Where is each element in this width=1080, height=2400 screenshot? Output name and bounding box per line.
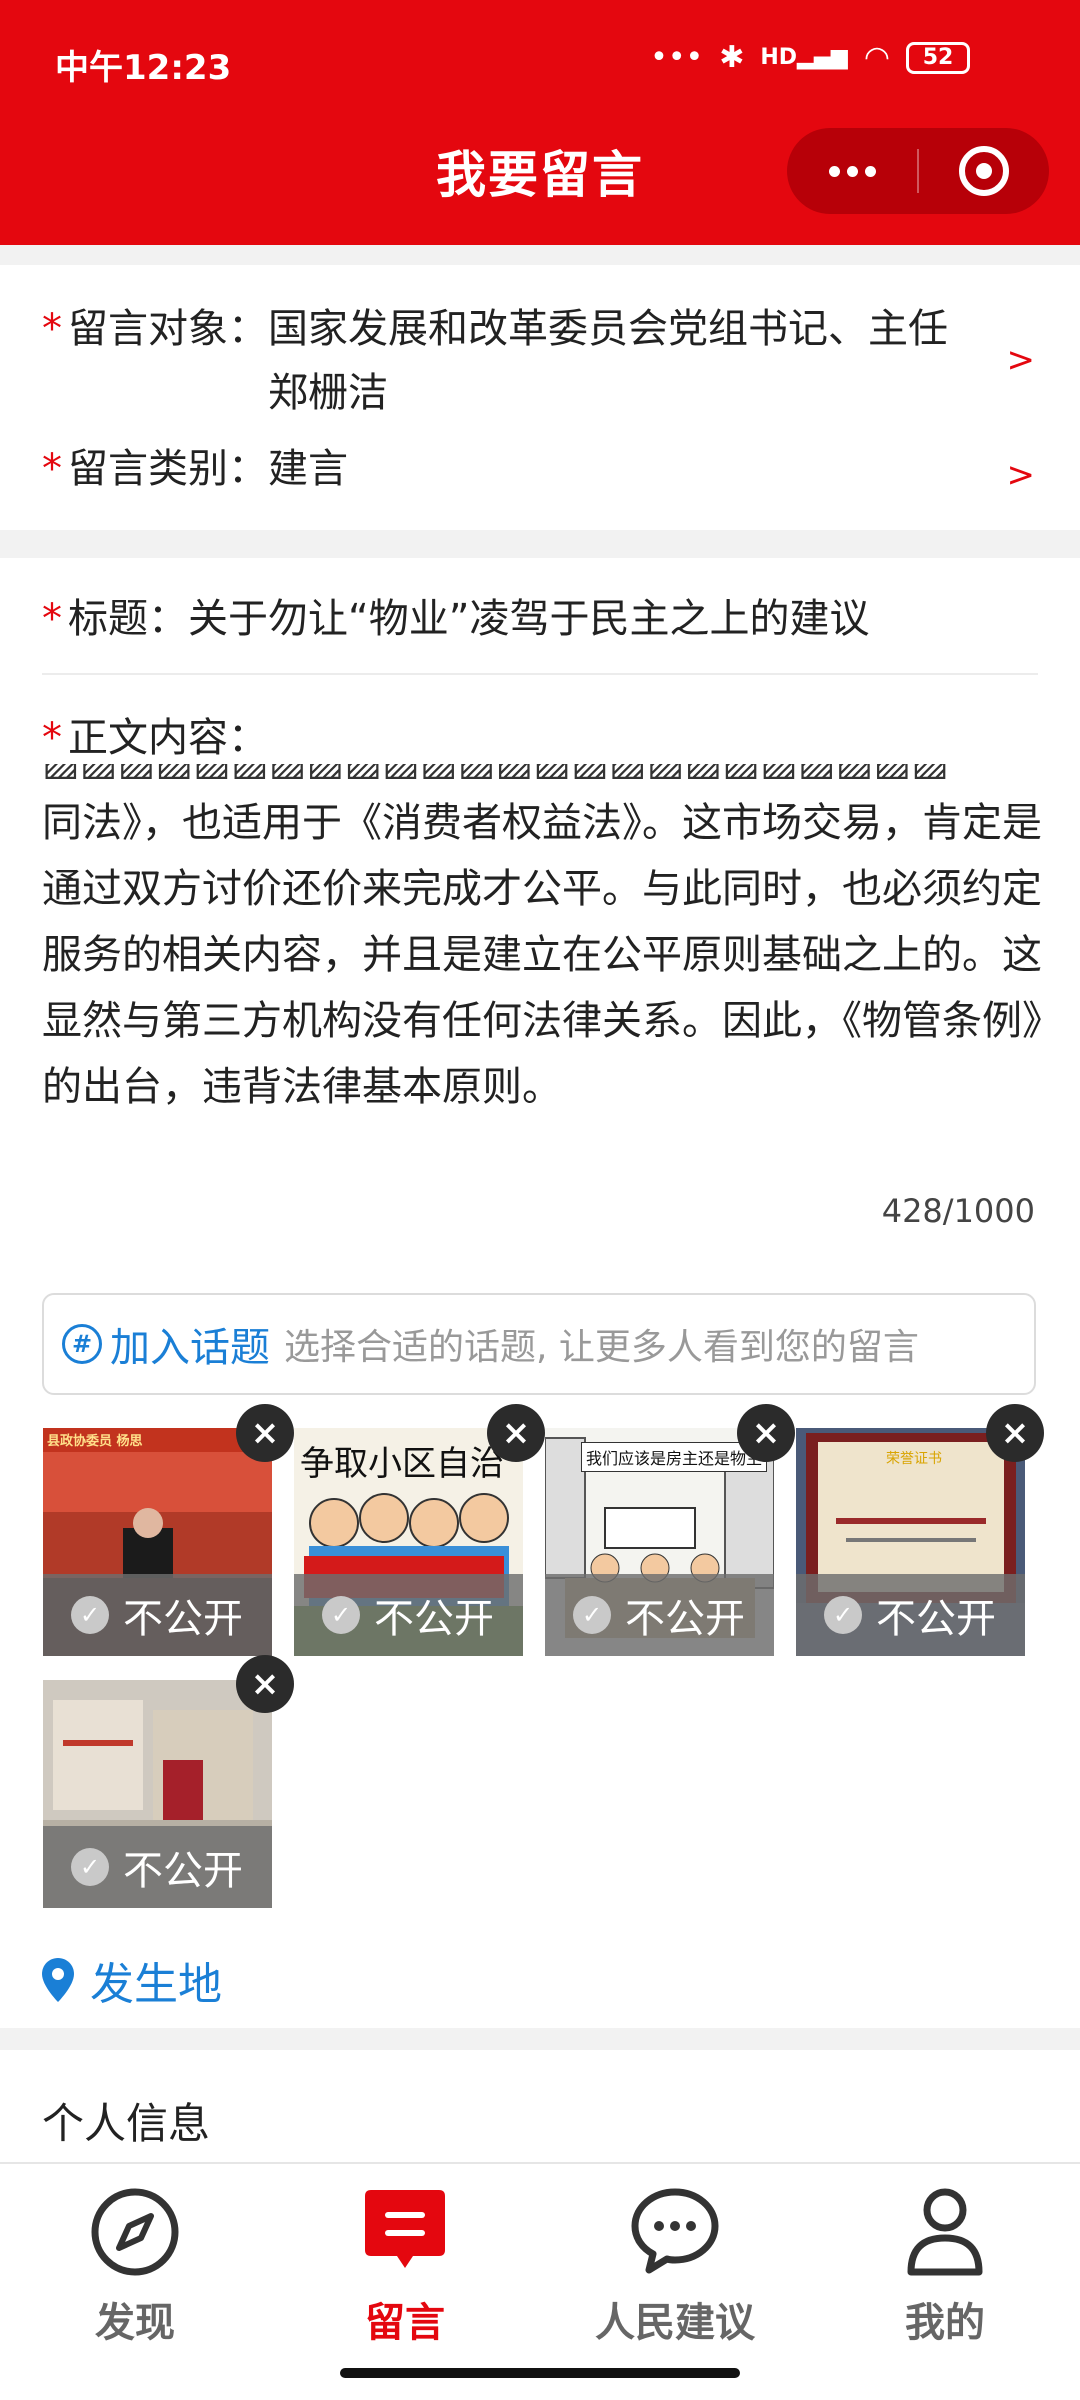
close-icon: ×: [1000, 1413, 1030, 1453]
home-indicator[interactable]: [340, 2368, 740, 2378]
chat-bubble-icon: [629, 2186, 721, 2278]
personal-info-heading: 个人信息: [42, 2099, 211, 2148]
category-value: 建言: [268, 446, 348, 492]
check-icon: ✓: [824, 1596, 862, 1634]
remove-attachment-button[interactable]: ×: [737, 1404, 795, 1462]
privacy-toggle[interactable]: ✓ 不公开: [545, 1574, 774, 1656]
privacy-label: 不公开: [123, 1596, 243, 1642]
more-icon: [828, 165, 876, 177]
required-mark: *: [42, 306, 62, 352]
thumbnail-caption: 我们应该是房主还是物主: [581, 1442, 768, 1472]
attachment-thumbnail[interactable]: ✓ 不公开: [43, 1680, 272, 1908]
wifi-icon: ◠: [863, 40, 890, 75]
privacy-label: 不公开: [876, 1596, 996, 1642]
attachment-thumbnail[interactable]: 荣誉证书 ✓ 不公开: [796, 1428, 1025, 1656]
location-pin-icon: [42, 1958, 74, 2002]
title-input[interactable]: 关于勿让“物业”凌驾于民主之上的建议: [188, 587, 1018, 651]
privacy-toggle[interactable]: ✓ 不公开: [294, 1574, 523, 1656]
more-button[interactable]: [787, 128, 917, 214]
content-label: 正文内容：: [68, 715, 268, 761]
close-icon: ×: [250, 1664, 280, 1704]
more-dots-icon: •••: [650, 40, 704, 75]
hashtag-icon: #: [62, 1324, 102, 1364]
signal-icon: HD▂▄▆: [760, 45, 848, 70]
discover-icon: [89, 2186, 181, 2278]
check-icon: ✓: [573, 1596, 611, 1634]
tab-discover[interactable]: 发现: [35, 2186, 235, 2348]
content-textarea[interactable]: 同法》，也适用于《消费者权益法》。这市场交易，肯定是通过双方讨价还价来完成才公平…: [42, 790, 1042, 1120]
category-row[interactable]: * 留言类别： 建言: [42, 437, 978, 501]
privacy-label: 不公开: [123, 1848, 243, 1894]
privacy-label: 不公开: [374, 1596, 494, 1642]
privacy-toggle[interactable]: ✓ 不公开: [796, 1574, 1025, 1656]
remove-attachment-button[interactable]: ×: [487, 1404, 545, 1462]
target-icon: [959, 146, 1009, 196]
status-time: 中午12:23: [55, 48, 232, 88]
tab-mine[interactable]: 我的: [845, 2186, 1045, 2348]
char-counter: 428/1000: [881, 1192, 1035, 1230]
personal-info-card: 个人信息: [0, 2050, 1080, 2170]
remove-attachment-button[interactable]: ×: [986, 1404, 1044, 1462]
location-picker[interactable]: 发生地: [42, 1948, 222, 2012]
chevron-right-icon[interactable]: >: [1007, 340, 1036, 380]
required-mark: *: [42, 715, 62, 761]
message-icon: [359, 2186, 451, 2278]
category-label: 留言类别：: [68, 446, 268, 492]
tab-people-suggestion[interactable]: 人民建议: [575, 2186, 775, 2348]
remove-attachment-button[interactable]: ×: [236, 1655, 294, 1713]
tab-label: 人民建议: [595, 2300, 755, 2346]
privacy-toggle[interactable]: ✓ 不公开: [43, 1826, 272, 1908]
recipient-label: 留言对象：: [68, 306, 268, 352]
remove-attachment-button[interactable]: ×: [236, 1404, 294, 1462]
thumbnail-caption: 争取小区自治: [300, 1444, 504, 1484]
user-icon: [899, 2186, 991, 2278]
recipient-card: * 留言对象： 国家发展和改革委员会党组书记、主任郑栅洁 > * 留言类别： 建…: [0, 265, 1080, 530]
chevron-right-icon[interactable]: >: [1007, 455, 1036, 495]
bluetooth-icon: ✱: [719, 40, 745, 75]
recipient-value: 国家发展和改革委员会党组书记、主任郑栅洁: [268, 306, 948, 416]
network-label: HD: [760, 45, 798, 70]
tab-label: 我的: [905, 2300, 985, 2346]
close-icon: ×: [751, 1413, 781, 1453]
content-label-row: * 正文内容：: [42, 706, 268, 770]
location-label: 发生地: [90, 1959, 222, 2010]
status-icons: ••• ✱ HD▂▄▆ ◠ 52: [650, 40, 970, 75]
thumbnail-caption: 县政协委员 杨思: [47, 1434, 143, 1449]
divider: [42, 673, 1038, 675]
recipient-row[interactable]: * 留言对象： 国家发展和改革委员会党组书记、主任郑栅洁: [42, 297, 978, 425]
privacy-toggle[interactable]: ✓ 不公开: [43, 1574, 272, 1656]
mini-program-capsule: [787, 128, 1049, 214]
title-row[interactable]: * 标题： 关于勿让“物业”凌驾于民主之上的建议: [42, 587, 1018, 651]
tab-message[interactable]: 留言: [305, 2186, 505, 2348]
check-icon: ✓: [71, 1596, 109, 1634]
tab-label: 留言: [365, 2300, 445, 2346]
tab-label: 发现: [95, 2300, 175, 2346]
required-mark: *: [42, 446, 62, 492]
attachment-thumbnail[interactable]: 县政协委员 杨思 ✓ 不公开: [43, 1428, 272, 1656]
required-mark: *: [42, 596, 62, 642]
attachment-thumbnail[interactable]: 争取小区自治 ✓ 不公开: [294, 1428, 523, 1656]
close-icon: ×: [250, 1413, 280, 1453]
title-label: 标题：: [68, 596, 188, 642]
add-topic-placeholder: 选择合适的话题, 让更多人看到您的留言: [284, 1327, 919, 1368]
app-header: 中午12:23 ••• ✱ HD▂▄▆ ◠ 52 我要留言: [0, 0, 1080, 245]
privacy-label: 不公开: [625, 1596, 745, 1642]
close-icon: ×: [501, 1413, 531, 1453]
status-bar: 中午12:23 ••• ✱ HD▂▄▆ ◠ 52: [0, 0, 1080, 120]
battery-icon: 52: [906, 41, 970, 74]
check-icon: ✓: [71, 1848, 109, 1886]
close-miniprogram-button[interactable]: [919, 128, 1049, 214]
attachment-thumbnail[interactable]: 我们应该是房主还是物主 ✓ 不公开: [545, 1428, 774, 1656]
check-icon: ✓: [322, 1596, 360, 1634]
bottom-tab-bar: 发现 留言 人民建议 我的: [0, 2162, 1080, 2400]
thumbnail-caption: 荣誉证书: [886, 1451, 942, 1467]
add-topic-label: 加入话题: [110, 1325, 270, 1371]
add-topic-field[interactable]: # 加入话题 选择合适的话题, 让更多人看到您的留言: [42, 1293, 1036, 1395]
